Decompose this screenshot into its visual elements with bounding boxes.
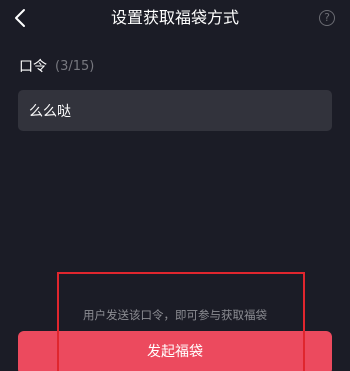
submit-lucky-bag-button[interactable]: 发起福袋 bbox=[18, 331, 332, 371]
field-label: 口令 bbox=[19, 59, 47, 75]
help-button[interactable]: ? bbox=[319, 10, 335, 26]
header: 设置获取福袋方式 ? bbox=[0, 0, 350, 36]
screen: 设置获取福袋方式 ? 口令 (3/15) 么么哒 用户发送该口令，即可参与获取福… bbox=[0, 0, 350, 371]
password-input-value: 么么哒 bbox=[29, 103, 71, 120]
page-title: 设置获取福袋方式 bbox=[110, 8, 239, 27]
question-circle-icon: ? bbox=[324, 11, 330, 24]
character-count: (3/15) bbox=[55, 58, 95, 74]
password-input[interactable]: 么么哒 bbox=[18, 90, 332, 131]
field-label-row: 口令 (3/15) bbox=[19, 56, 94, 76]
hint-text: 用户发送该口令，即可参与获取福袋 bbox=[83, 308, 267, 322]
